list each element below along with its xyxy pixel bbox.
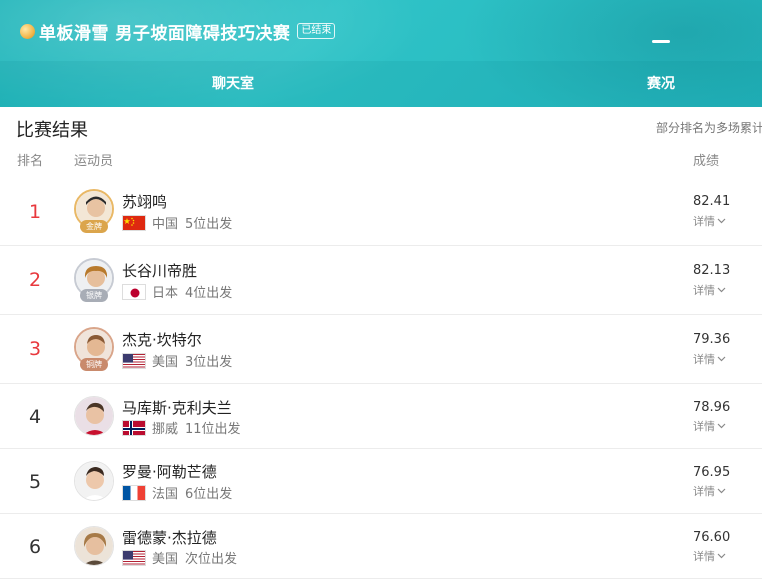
medal-tag: 金牌	[80, 220, 108, 233]
detail-link[interactable]: 详情	[693, 418, 726, 434]
section-title: 比赛结果	[16, 120, 88, 141]
column-header-rank: 排名	[17, 154, 44, 169]
tab-result[interactable]: 赛况	[647, 61, 675, 107]
fr-flag-icon	[122, 484, 146, 501]
rank-number: 5	[28, 471, 42, 493]
athlete-name: 雷德蒙·杰拉德	[122, 529, 217, 547]
athlete-info: 美国 次位出发	[122, 548, 237, 567]
chevron-down-icon	[717, 287, 726, 293]
detail-label: 详情	[693, 485, 715, 498]
result-row[interactable]: 4 马库斯·克利夫兰 挪威 11位出发 78.96 详情	[0, 384, 762, 449]
chevron-down-icon	[717, 488, 726, 494]
start-order: 11位出发	[185, 422, 241, 437]
result-row[interactable]: 3 铜牌 杰克·坎特尔 美国 3位出发 79.36 详情	[0, 315, 762, 384]
detail-link[interactable]: 详情	[693, 282, 726, 298]
athlete-info: 中国 5位出发	[122, 213, 232, 232]
tab-bar: 聊天室 赛况	[0, 61, 762, 107]
jp-flag-icon	[122, 283, 146, 300]
athlete-name: 罗曼·阿勒芒德	[122, 463, 217, 481]
title-row: 单板滑雪 男子坡面障碍技巧决赛 已结束	[20, 18, 336, 44]
athlete-country: 日本	[152, 286, 179, 301]
athlete-score: 76.60	[693, 530, 731, 545]
athlete-name: 马库斯·克利夫兰	[122, 399, 232, 417]
us-flag-icon	[122, 352, 146, 369]
athlete-avatar	[74, 396, 114, 436]
athlete-avatar	[74, 461, 114, 501]
athlete-country: 中国	[152, 217, 179, 232]
medal-tag: 银牌	[80, 289, 108, 302]
event-title: 单板滑雪 男子坡面障碍技巧决赛	[39, 23, 291, 44]
start-order: 次位出发	[185, 552, 238, 567]
athlete-score: 78.96	[693, 400, 731, 415]
event-header: 单板滑雪 男子坡面障碍技巧决赛 已结束 聊天室 赛况	[0, 0, 762, 107]
athlete-info: 法国 6位出发	[122, 483, 232, 502]
athlete-country: 挪威	[152, 422, 179, 437]
detail-link[interactable]: 详情	[693, 213, 726, 229]
status-badge: 已结束	[297, 23, 336, 39]
athlete-name: 苏翊鸣	[122, 193, 168, 211]
rank-number: 6	[28, 536, 42, 558]
rank-number: 2	[28, 269, 42, 291]
detail-label: 详情	[693, 215, 715, 228]
detail-link[interactable]: 详情	[693, 351, 726, 367]
active-tab-indicator	[652, 40, 670, 43]
rank-number: 1	[28, 201, 42, 223]
athlete-score: 76.95	[693, 465, 731, 480]
athlete-avatar	[74, 526, 114, 566]
chevron-down-icon	[717, 553, 726, 559]
start-order: 3位出发	[185, 355, 233, 370]
us-flag-icon	[122, 549, 146, 566]
detail-link[interactable]: 详情	[693, 483, 726, 499]
chevron-down-icon	[717, 218, 726, 224]
athlete-info: 挪威 11位出发	[122, 418, 241, 437]
athlete-score: 82.13	[693, 263, 731, 278]
tab-chat[interactable]: 聊天室	[212, 61, 254, 107]
rank-number: 3	[28, 338, 42, 360]
cn-flag-icon	[122, 214, 146, 231]
result-row[interactable]: 1 金牌 苏翊鸣 中国 5位出发 82.41 详情	[0, 178, 762, 246]
athlete-country: 美国	[152, 355, 179, 370]
start-order: 4位出发	[185, 286, 233, 301]
no-flag-icon	[122, 419, 146, 436]
athlete-info: 日本 4位出发	[122, 282, 232, 301]
medal-dot-icon	[20, 23, 35, 39]
athlete-info: 美国 3位出发	[122, 351, 232, 370]
result-row[interactable]: 5 罗曼·阿勒芒德 法国 6位出发 76.95 详情	[0, 449, 762, 514]
athlete-country: 美国	[152, 552, 179, 567]
start-order: 6位出发	[185, 487, 233, 502]
result-row[interactable]: 2 银牌 长谷川帝胜 日本 4位出发 82.13 详情	[0, 246, 762, 315]
chevron-down-icon	[717, 356, 726, 362]
detail-link[interactable]: 详情	[693, 548, 726, 564]
detail-label: 详情	[693, 550, 715, 563]
medal-tag: 铜牌	[80, 358, 108, 371]
athlete-name: 长谷川帝胜	[122, 262, 198, 280]
detail-label: 详情	[693, 353, 715, 366]
column-header-score: 成绩	[693, 154, 720, 169]
column-header-athlete: 运动员	[74, 154, 114, 169]
detail-label: 详情	[693, 420, 715, 433]
result-row[interactable]: 6 雷德蒙·杰拉德 美国 次位出发 76.60 详情	[0, 514, 762, 579]
athlete-score: 79.36	[693, 332, 731, 347]
athlete-country: 法国	[152, 487, 179, 502]
detail-label: 详情	[693, 284, 715, 297]
athlete-score: 82.41	[693, 194, 731, 209]
athlete-name: 杰克·坎特尔	[122, 331, 202, 349]
chevron-down-icon	[717, 423, 726, 429]
rank-number: 4	[28, 406, 42, 428]
section-note: 部分排名为多场累计	[656, 121, 762, 135]
start-order: 5位出发	[185, 217, 233, 232]
